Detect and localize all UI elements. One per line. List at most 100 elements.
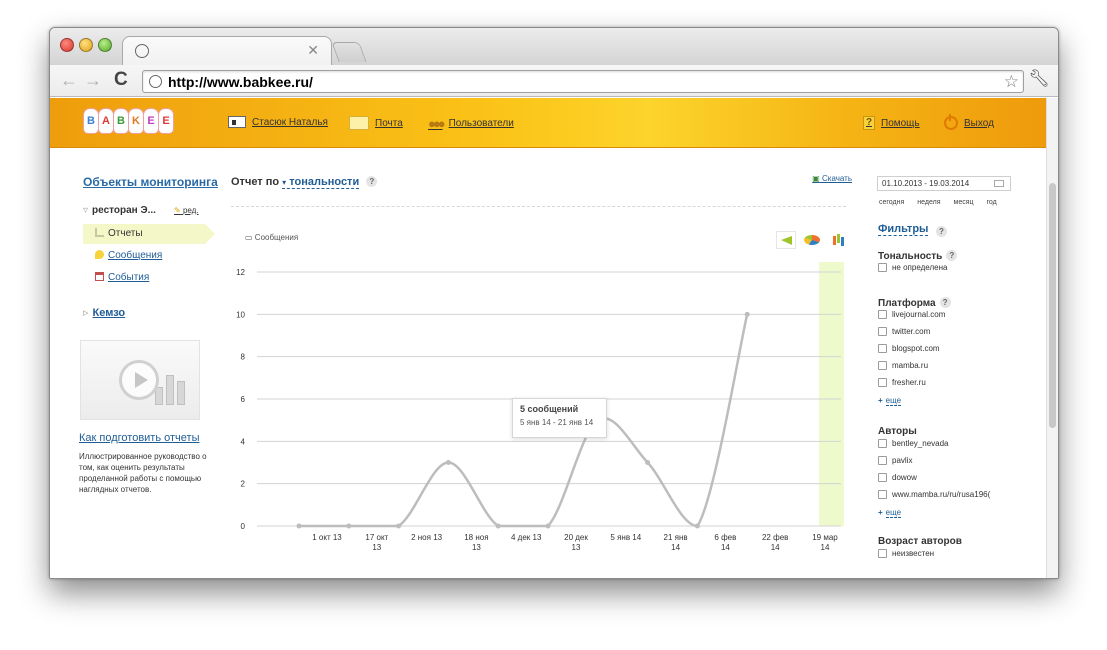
calendar-icon[interactable] [994,180,1004,187]
data-point[interactable] [744,311,750,317]
menu-item-events[interactable]: События [95,272,149,283]
checkbox[interactable] [878,378,887,387]
help-icon[interactable]: ? [939,297,951,308]
address-bar[interactable]: http://www.babkee.ru/ ☆ [142,70,1024,93]
x-tick-label: 19 мар 14 [812,533,838,552]
x-tick-label: 20 дек 13 [564,533,588,552]
menu-item-reports[interactable]: Отчеты [83,224,215,244]
period-shortcut[interactable]: месяц [954,199,974,206]
power-icon [944,114,958,130]
data-point[interactable] [445,460,451,465]
checkbox[interactable] [878,327,887,336]
checkbox[interactable] [878,439,887,448]
filters-title[interactable]: Фильтры [878,223,929,236]
line-chart-icon[interactable] [776,231,796,249]
date-range-input[interactable]: 01.10.2013 - 19.03.2014 [877,176,1011,191]
data-point[interactable] [296,523,302,529]
platform-checkbox-row[interactable]: blogspot.com [878,344,940,353]
reload-icon[interactable]: C [114,69,128,91]
close-tab-icon[interactable]: ✕ [307,42,319,59]
period-shortcut[interactable]: год [987,199,997,206]
plus-icon: + [878,396,883,405]
howto-link[interactable]: Как подготовить отчеты [79,432,199,444]
babkee-logo[interactable]: BABKEE [84,107,173,137]
checkbox[interactable] [878,361,887,370]
users-label: Пользователи [448,118,514,129]
authors-more-link[interactable]: + еще [878,508,902,518]
checkbox[interactable] [878,344,887,353]
checkbox[interactable] [878,310,887,319]
highlight-period-band [819,262,844,526]
zoom-window-button[interactable] [98,38,112,52]
authors-filter-title: Авторы [878,426,917,437]
platform-more-link[interactable]: + еще [878,396,902,406]
browser-tab[interactable]: ✕ [122,36,332,66]
logout-link[interactable]: Выход [944,114,994,130]
download-link[interactable]: ▣ Скачать [812,174,852,183]
forward-arrow-icon[interactable]: → [84,70,102,91]
logout-label: Выход [964,117,994,129]
report-type-dropdown[interactable]: ▾ тональности [282,176,360,189]
sentiment-title-text: Тональность [878,251,943,262]
scrollbar-thumb[interactable] [1049,183,1056,428]
play-icon[interactable] [119,360,159,400]
object-item-restaurant[interactable]: ▿ ресторан Э... [83,205,156,216]
platform-checkbox-row[interactable]: fresher.ru [878,378,926,387]
back-arrow-icon[interactable]: ← [60,70,78,91]
period-shortcut[interactable]: сегодня [879,199,904,206]
user-profile-link[interactable]: Стасюк Наталья [228,116,328,128]
mail-link[interactable]: Почта [349,116,403,130]
wrench-icon[interactable]: 🔧︎ [1028,69,1050,89]
help-link[interactable]: ? Помощь [863,116,920,130]
help-icon[interactable]: ? [936,226,947,237]
author-checkbox-row[interactable]: www.mamba.ru/ru/rusa196( [878,490,990,499]
data-point[interactable] [694,523,700,529]
users-link[interactable]: ●●● Пользователи [428,116,514,131]
excel-icon: ▣ [812,174,820,183]
data-point[interactable] [545,523,551,529]
platform-checkbox-row[interactable]: mamba.ru [878,361,928,370]
chart-type-switcher [776,231,848,249]
help-icon[interactable]: ? [366,176,378,187]
howto-video-thumbnail[interactable] [80,340,200,420]
data-point[interactable] [346,523,352,529]
object-name: ресторан Э... [92,205,156,216]
pie-chart-icon[interactable] [802,231,822,249]
monitoring-objects-link[interactable]: Объекты мониторинга [83,175,218,189]
logo-letter: E [144,109,158,133]
expand-triangle-icon: ▿ [83,205,89,216]
help-icon[interactable]: ? [946,250,958,261]
age-checkbox-row[interactable]: неизвестен [878,549,934,558]
bookmark-star-icon[interactable]: ☆ [1004,72,1019,92]
minimize-window-button[interactable] [79,38,93,52]
sentiment-checkbox-row[interactable]: не определена [878,263,947,272]
report-panel: Отчет по ▾ тональности ? ▣ Скачать ▭ Соо… [231,148,852,578]
y-tick-label: 2 [241,480,246,489]
checkbox[interactable] [878,473,887,482]
data-point[interactable] [396,523,402,529]
author-checkbox-row[interactable]: dowow [878,473,917,482]
y-tick-label: 10 [236,310,245,319]
checkbox[interactable] [878,263,887,272]
url-text[interactable]: http://www.babkee.ru/ [168,74,313,90]
platform-checkbox-row[interactable]: twitter.com [878,327,930,336]
object-item-kemzo[interactable]: ▹ Кемзо [83,306,125,319]
menu-item-messages[interactable]: Сообщения [95,250,162,261]
checkbox[interactable] [878,549,887,558]
close-window-button[interactable] [60,38,74,52]
checkbox[interactable] [878,490,887,499]
data-point[interactable] [495,523,501,529]
author-checkbox-row[interactable]: bentley_nevada [878,439,949,448]
author-checkbox-row[interactable]: pavlix [878,456,912,465]
period-shortcut[interactable]: неделя [917,199,940,206]
logo-letter: E [159,109,173,133]
platform-checkbox-row[interactable]: livejournal.com [878,310,945,319]
page-scrollbar[interactable] [1046,98,1058,578]
new-tab-button[interactable] [331,42,367,62]
checkbox[interactable] [878,456,887,465]
bar-chart-icon[interactable] [828,231,848,249]
collapsed-triangle-icon: ▹ [83,307,89,319]
edit-link[interactable]: ✎ ред. [174,206,199,215]
data-point[interactable] [645,460,651,465]
platform-label: blogspot.com [892,344,940,353]
